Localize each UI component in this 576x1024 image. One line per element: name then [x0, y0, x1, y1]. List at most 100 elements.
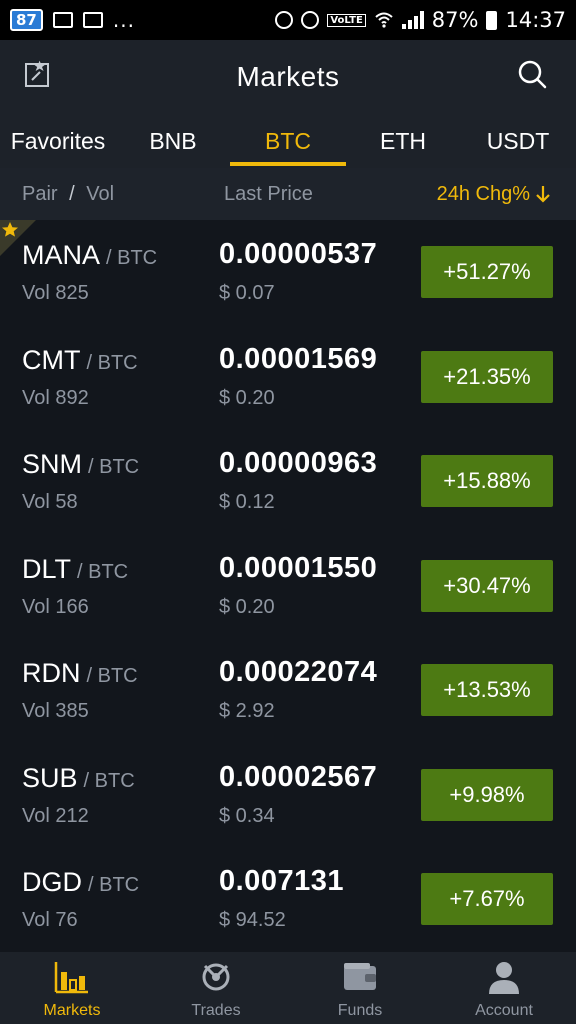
market-tabs: Favorites BNB BTC ETH USDT: [0, 114, 576, 168]
volume: Vol 58: [22, 491, 78, 513]
nav-account[interactable]: Account: [432, 952, 576, 1024]
battery-icon: [486, 10, 498, 30]
tab-btc[interactable]: BTC: [230, 114, 346, 168]
market-row[interactable]: RDN / BTC Vol 385 0.00022074 $ 2.92 +13.5…: [0, 638, 576, 743]
usd-price: $ 94.52: [219, 909, 286, 931]
wallet-icon: [344, 963, 376, 990]
last-price: 0.00000537: [219, 238, 378, 270]
more-notifications-indicator: ...: [112, 8, 135, 32]
change-badge: +9.98%: [421, 768, 553, 821]
signal-icon: [401, 11, 424, 29]
page-title: Markets: [236, 61, 340, 92]
nav-markets-label: Markets: [43, 1002, 101, 1019]
pair-vol-separator: /: [69, 182, 75, 205]
nav-account-label: Account: [475, 1002, 533, 1019]
gallery-notification-icon: [52, 12, 73, 28]
last-price: 0.00022074: [219, 656, 378, 688]
volume: Vol 166: [22, 595, 89, 618]
search-icon[interactable]: [516, 58, 548, 90]
volume: Vol 825: [22, 282, 89, 304]
sort-change-button[interactable]: 24h Chg%: [437, 183, 552, 206]
pair-name: CMT / BTC: [22, 345, 138, 376]
markets-chart-icon: [54, 962, 88, 994]
column-header: Pair / Vol Last Price 24h Chg%: [0, 168, 576, 220]
tab-usdt[interactable]: USDT: [460, 114, 576, 168]
app-header: Markets: [0, 40, 576, 114]
change-badge: +7.67%: [421, 873, 553, 925]
volume: Vol 76: [22, 909, 78, 931]
sync-icon: [275, 11, 294, 29]
quote-asset: / BTC: [88, 874, 140, 896]
tab-favorites[interactable]: Favorites: [0, 114, 116, 168]
vol-column-label: Vol: [86, 182, 115, 205]
mail-notification-icon: [82, 12, 103, 28]
last-price-column-label[interactable]: Last Price: [224, 183, 313, 206]
status-bar: 87 ... VoLTE 87% 14:37: [0, 0, 576, 40]
market-row[interactable]: SNM / BTC Vol 58 0.00000963 $ 0.12 +15.88…: [0, 429, 576, 534]
usd-price: $ 2.92: [219, 700, 275, 722]
pair-name: DLT / BTC: [22, 554, 128, 585]
last-price: 0.00001569: [219, 342, 378, 375]
usd-price: $ 0.20: [219, 595, 275, 618]
base-asset: DGD: [22, 867, 82, 897]
quote-asset: / BTC: [86, 351, 138, 374]
usd-price: $ 0.34: [219, 804, 275, 827]
base-asset: SNM: [22, 449, 82, 479]
account-icon: [489, 962, 519, 994]
change-badge: +21.35%: [421, 350, 553, 403]
nav-funds-label: Funds: [337, 1002, 383, 1019]
pair-name: SNM / BTC: [22, 449, 139, 480]
market-list: MANA / BTC Vol 825 0.00000537 $ 0.07 +51.…: [0, 220, 576, 952]
last-price: 0.00002567: [219, 760, 378, 793]
usd-price: $ 0.12: [219, 491, 275, 513]
market-row[interactable]: CMT / BTC Vol 892 0.00001569 $ 0.20 +21.3…: [0, 325, 576, 430]
nav-trades[interactable]: Trades: [144, 952, 288, 1024]
base-asset: SUB: [22, 762, 78, 793]
pair-column-label: Pair: [22, 182, 58, 205]
usd-price: $ 0.20: [219, 386, 275, 409]
alarm-icon: [301, 11, 320, 29]
change-badge: +13.53%: [421, 664, 553, 716]
volume: Vol 385: [22, 700, 89, 722]
pair-name: SUB / BTC: [22, 763, 135, 794]
quote-asset: / BTC: [86, 665, 138, 687]
nav-funds[interactable]: Funds: [288, 952, 432, 1024]
change-badge: +30.47%: [421, 559, 553, 612]
notification-count-badge: 87: [10, 9, 43, 31]
market-row[interactable]: SUB / BTC Vol 212 0.00002567 $ 0.34 +9.98…: [0, 743, 576, 848]
active-tab-indicator: [230, 162, 346, 166]
change-badge: +51.27%: [421, 246, 553, 298]
tab-bnb[interactable]: BNB: [116, 114, 230, 168]
volume: Vol 212: [22, 804, 89, 827]
base-asset: DLT: [22, 553, 72, 584]
quote-asset: / BTC: [77, 560, 129, 583]
wifi-icon: [375, 12, 393, 28]
bottom-navigation: Markets Trades Funds Account: [0, 952, 576, 1024]
last-price: 0.00001550: [219, 551, 378, 584]
edit-favorites-icon[interactable]: [24, 60, 52, 88]
volume: Vol 892: [22, 386, 89, 409]
nav-markets[interactable]: Markets: [0, 952, 144, 1024]
volte-icon: VoLTE: [327, 13, 366, 27]
base-asset: RDN: [22, 658, 81, 688]
trades-icon: [202, 963, 230, 991]
clock: 14:37: [505, 8, 566, 32]
sort-down-arrow-icon: [536, 186, 550, 203]
usd-price: $ 0.07: [219, 282, 275, 304]
last-price: 0.00000963: [219, 447, 378, 479]
pair-name: MANA / BTC: [22, 240, 157, 271]
base-asset: CMT: [22, 344, 81, 375]
tab-eth[interactable]: ETH: [346, 114, 460, 168]
quote-asset: / BTC: [106, 247, 158, 269]
battery-percent: 87%: [431, 8, 479, 32]
pair-name: DGD / BTC: [22, 867, 139, 898]
market-row[interactable]: DLT / BTC Vol 166 0.00001550 $ 0.20 +30.4…: [0, 534, 576, 639]
market-row[interactable]: DGD / BTC Vol 76 0.007131 $ 94.52 +7.67%: [0, 847, 576, 952]
pair-name: RDN / BTC: [22, 658, 138, 689]
change-column-label: 24h Chg%: [436, 182, 530, 205]
last-price: 0.007131: [219, 865, 344, 897]
change-badge: +15.88%: [421, 455, 553, 507]
quote-asset: / BTC: [83, 769, 135, 792]
sort-pair-vol[interactable]: Pair / Vol: [22, 183, 114, 206]
market-row[interactable]: MANA / BTC Vol 825 0.00000537 $ 0.07 +51.…: [0, 220, 576, 325]
